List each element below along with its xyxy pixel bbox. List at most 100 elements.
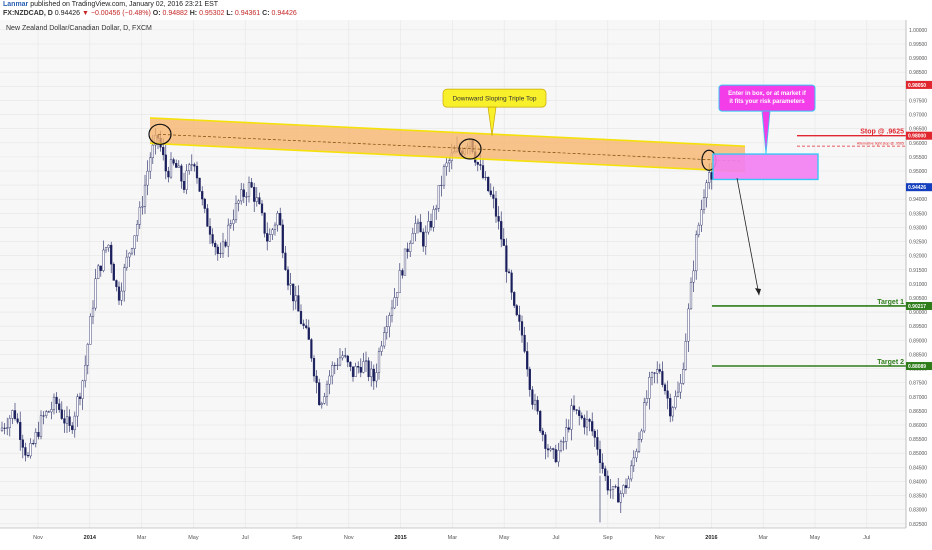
author-name[interactable]: Lanmar [3,1,28,8]
candle-body [364,360,368,362]
candle-body [195,165,199,179]
candle-body [344,355,347,357]
candle-body [26,455,30,457]
price-tick-label: 0.99500 [909,42,927,48]
candle-body [107,244,110,248]
candle-body [708,172,711,183]
candle-body [323,396,326,404]
candle-body [414,223,417,234]
candle-body [705,182,708,198]
price-chart[interactable]: Stop @ .9625 Alternative tight stop @ .95… [0,20,932,550]
candle-body [528,368,531,390]
candle-body [669,398,672,417]
candle-body [86,344,89,366]
time-tick-label: Jul [552,535,559,541]
price-tag-stop: 0.98000 [908,134,926,140]
candle-body [380,345,383,352]
candle-body [575,409,578,411]
candle-body [424,231,427,247]
candle-body [689,281,693,310]
time-tick-label: Jul [242,535,249,541]
candle-body [182,181,186,190]
candle-body [541,430,544,435]
candle-body [536,399,539,412]
candle-body [630,465,633,480]
candle-body [523,334,526,352]
candle-body [65,416,69,424]
price-tick-label: 0.94000 [909,197,927,203]
candle-body [81,380,84,399]
candle-body [578,410,581,416]
candle-body [224,241,227,247]
candle-body [208,226,212,235]
candle-body [695,234,698,272]
price-axis[interactable]: 1.00000 0.99500 0.99000 0.98500 0.98000 0.975… [905,20,932,550]
candle-body [442,166,446,186]
candle-body [406,248,409,252]
candle-body [143,184,147,207]
ohlc-field: 0.94426 [54,10,81,17]
candle-body [448,160,451,164]
price-tick-label: 0.87500 [909,381,927,387]
candle-body [346,355,349,363]
candle-body [284,252,287,270]
attribution: Lanmar published on TradingView.com, Jan… [3,1,218,8]
time-tick-label: 2015 [394,535,406,541]
candle-body [333,364,336,366]
candle-body [593,430,596,438]
candle-body [253,186,256,202]
candle-body [341,355,344,359]
candle-body [492,194,495,199]
chart-title: New Zealand Dollar/Canadian Dollar, D, F… [6,25,152,32]
candle-body [219,252,222,254]
price-tick-label: 0.83500 [909,494,927,500]
candle-body [682,369,685,384]
candle-body [255,197,258,202]
price-tick-label: 0.85500 [909,437,927,443]
price-tick-label: 0.96000 [909,141,927,147]
candle-body [276,213,279,226]
candle-body [565,427,568,442]
candle-body [367,360,370,378]
candle-body [266,233,269,242]
time-tick-label: 2014 [84,535,97,541]
price-tick-label: 0.87000 [909,395,927,401]
candle-body [526,351,529,370]
candle-body [598,449,602,464]
candle-body [141,206,144,208]
candle-body [403,248,407,276]
price-tag-target1: 0.90217 [908,304,926,310]
candle-body [0,427,4,431]
candle-body [138,206,141,225]
candle-body [286,269,290,286]
candle-body [502,238,505,246]
price-tick-label: 0.86000 [909,423,927,429]
candle-body [151,144,154,159]
candle-body [299,311,303,324]
candle-body [661,371,664,385]
candle-body [435,208,438,210]
candle-body [297,295,300,312]
price-tick-label: 0.93000 [909,225,927,231]
candle-body [401,270,404,276]
candle-body [580,415,583,419]
candle-body [315,375,318,383]
candle-body [357,366,360,368]
candle-body [180,165,183,182]
candle-body [658,369,661,372]
time-tick-label: Nov [344,535,354,541]
candle-body [409,243,412,252]
candle-body [515,305,518,316]
candle-body [559,441,563,451]
published-text: published on TradingView.com, January 02… [28,1,219,8]
time-axis[interactable]: Nov 2014 Mar May Jul Sep Nov 2015 Mar May Jul Sep No… [0,527,932,550]
candle-body [383,332,386,347]
candle-body [617,486,620,503]
candle-body [242,189,245,197]
candle-body [34,432,37,444]
candle-body [562,441,565,443]
candle-body [557,450,560,463]
candle-body [497,216,500,222]
candle-body [604,468,607,477]
time-tick-label: May [810,535,821,541]
